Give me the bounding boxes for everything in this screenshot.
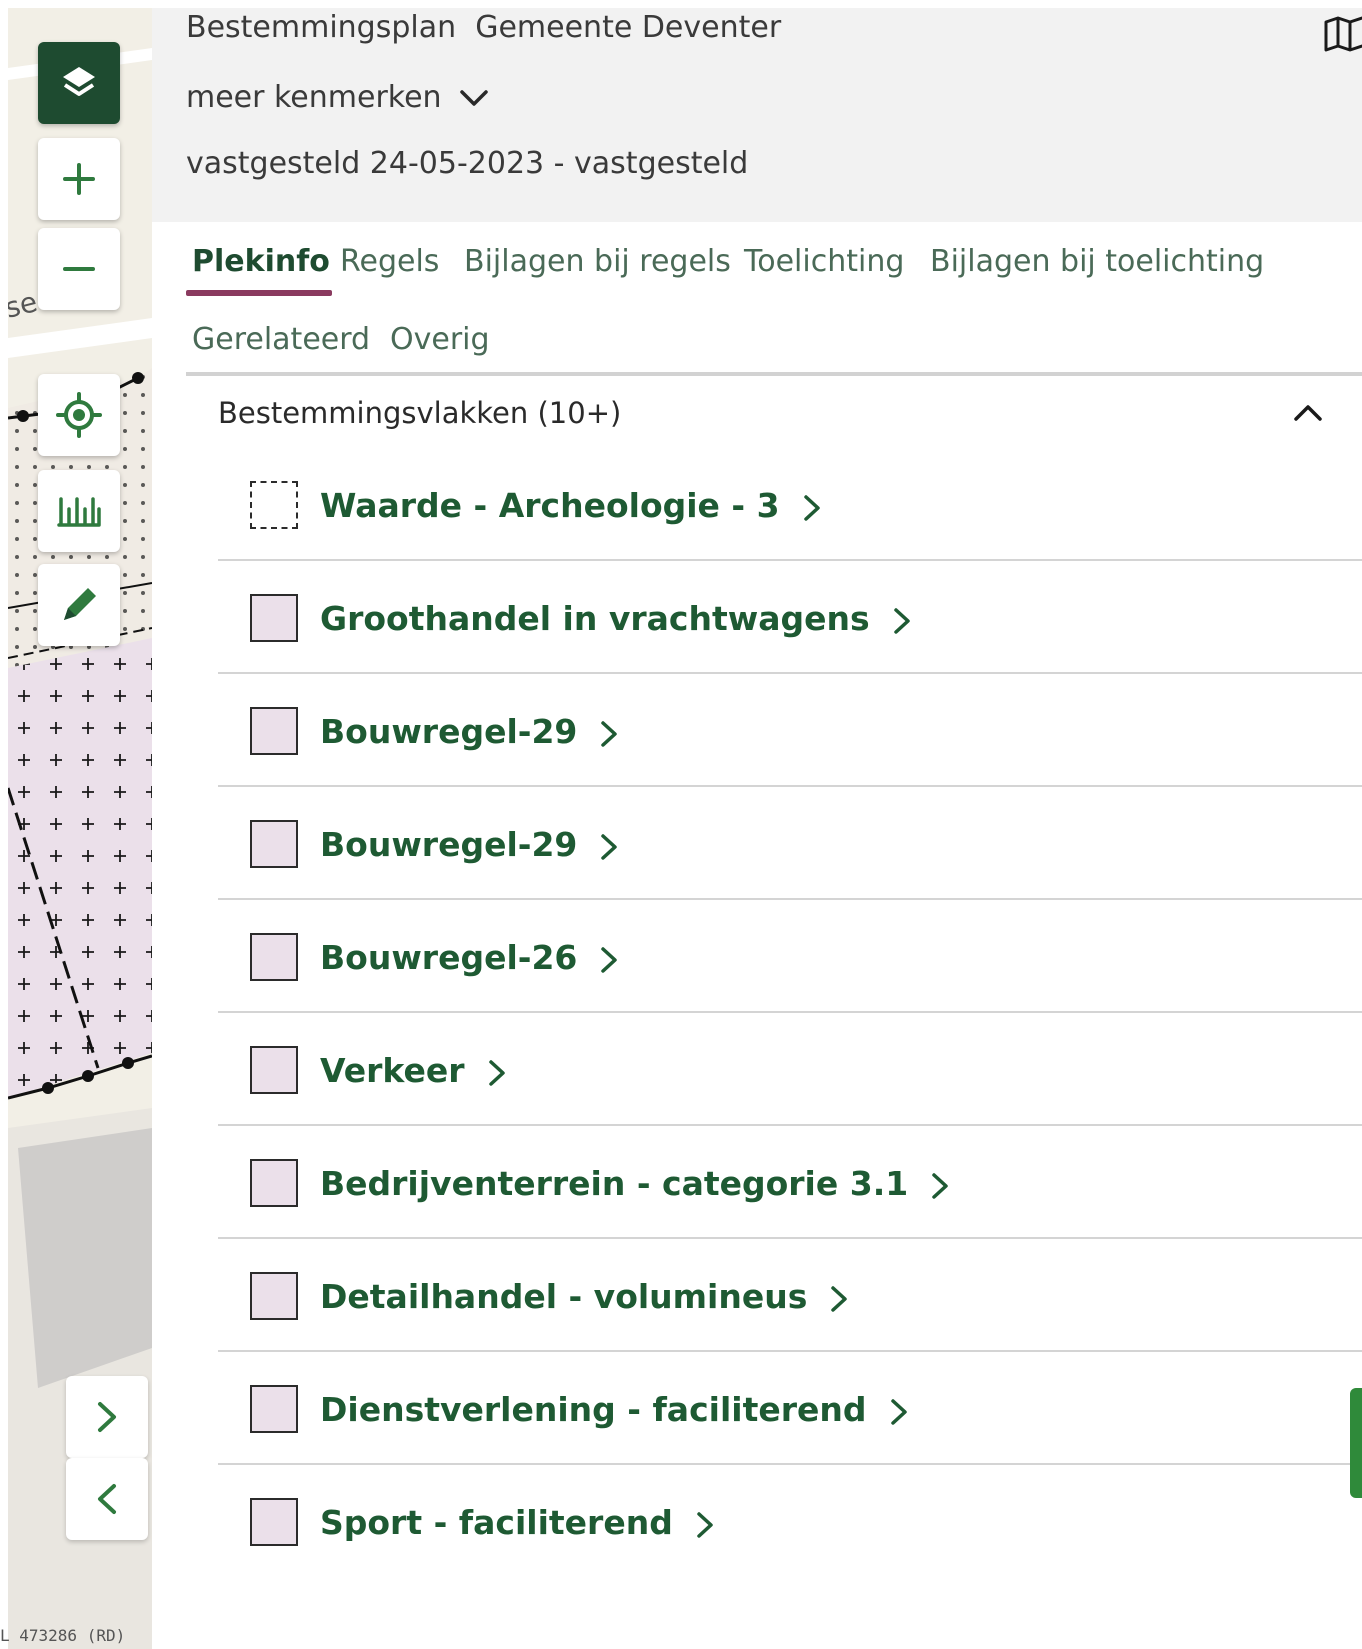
legend-swatch xyxy=(250,1498,298,1546)
legend-swatch xyxy=(250,481,298,529)
tab-toelichting[interactable]: Toelichting xyxy=(744,244,904,279)
chevron-right-icon xyxy=(831,1285,848,1312)
collapse-panel-button[interactable] xyxy=(66,1458,148,1540)
list-item[interactable]: Bouwregel-29 xyxy=(218,674,1362,787)
layers-button[interactable] xyxy=(38,42,120,124)
info-panel: Bestemmingsplan Gemeente Deventer meer k… xyxy=(152,8,1362,1649)
measure-icon xyxy=(57,497,101,527)
tab-regels[interactable]: Regels xyxy=(340,244,439,279)
locate-icon xyxy=(56,392,102,438)
item-label: Bouwregel-29 xyxy=(320,825,578,864)
tab-gerelateerd[interactable]: Gerelateerd xyxy=(192,322,370,357)
plan-status: vastgesteld 24-05-2023 - vastgesteld xyxy=(186,146,749,181)
legend-swatch xyxy=(250,1385,298,1433)
chevron-right-icon xyxy=(601,833,618,860)
section-header[interactable]: Bestemmingsvlakken (10+) xyxy=(218,392,1362,442)
draw-button[interactable] xyxy=(38,564,120,646)
tab-bijlagen-bij-regels[interactable]: Bijlagen bij regels xyxy=(464,244,731,279)
designation-list: Waarde - Archeologie - 3 Groothandel in … xyxy=(218,448,1362,1578)
list-item[interactable]: Bouwregel-29 xyxy=(218,787,1362,900)
more-features-toggle[interactable]: meer kenmerken xyxy=(186,80,490,115)
list-item[interactable]: Detailhandel - volumineus xyxy=(218,1239,1362,1352)
item-label: Bedrijventerrein - categorie 3.1 xyxy=(320,1164,909,1203)
legend-swatch xyxy=(250,1046,298,1094)
list-item[interactable]: Dienstverlening - faciliterend xyxy=(218,1352,1362,1465)
layers-icon xyxy=(63,67,95,96)
chevron-right-icon xyxy=(488,1059,505,1086)
item-label: Waarde - Archeologie - 3 xyxy=(320,486,780,525)
item-label: Bouwregel-26 xyxy=(320,938,578,977)
tab-bar: Plekinfo Regels Bijlagen bij regels Toel… xyxy=(186,222,1362,382)
chevron-right-icon xyxy=(601,946,618,973)
item-label: Dienstverlening - faciliterend xyxy=(320,1390,867,1429)
locate-button[interactable] xyxy=(38,374,120,456)
item-label: Groothandel in vrachtwagens xyxy=(320,599,870,638)
list-item[interactable]: Groothandel in vrachtwagens xyxy=(218,561,1362,674)
section-title: Bestemmingsvlakken (10+) xyxy=(218,396,622,430)
plan-type: Bestemmingsplan xyxy=(186,10,457,45)
list-item[interactable]: Bouwregel-26 xyxy=(218,900,1362,1013)
pencil-icon xyxy=(64,588,96,620)
tab-overig[interactable]: Overig xyxy=(390,322,490,357)
map-book-icon[interactable] xyxy=(1322,14,1362,54)
legend-swatch xyxy=(250,1272,298,1320)
chevron-right-icon xyxy=(98,1402,116,1432)
item-label: Sport - faciliterend xyxy=(320,1503,673,1542)
legend-swatch xyxy=(250,1159,298,1207)
map-coordinates: L 473286 (RD) xyxy=(0,1626,126,1645)
chevron-right-icon xyxy=(803,494,820,521)
legend-swatch xyxy=(250,707,298,755)
legend-swatch xyxy=(250,933,298,981)
map-view[interactable]: se xyxy=(8,8,152,1649)
chevron-right-icon xyxy=(601,720,618,747)
zoom-out-button[interactable] xyxy=(38,228,120,310)
chevron-right-icon xyxy=(697,1511,713,1538)
zoom-in-button[interactable] xyxy=(38,138,120,220)
chevron-up-icon xyxy=(1294,405,1322,421)
plan-header: Bestemmingsplan Gemeente Deventer meer k… xyxy=(152,8,1362,222)
item-label: Bouwregel-29 xyxy=(320,712,578,751)
chevron-right-icon xyxy=(890,1398,907,1425)
tabs-divider xyxy=(186,372,1362,376)
chevron-down-icon xyxy=(459,89,488,106)
expand-panel-button[interactable] xyxy=(66,1376,148,1458)
more-features-label: meer kenmerken xyxy=(186,80,442,115)
list-item[interactable]: Bedrijventerrein - categorie 3.1 xyxy=(218,1126,1362,1239)
tab-bijlagen-bij-toelichting[interactable]: Bijlagen bij toelichting xyxy=(930,244,1264,279)
street-label: se xyxy=(8,285,41,325)
chevron-right-icon xyxy=(893,607,910,634)
municipality: Gemeente Deventer xyxy=(475,10,782,45)
chevron-left-icon xyxy=(98,1484,116,1514)
chevron-right-icon xyxy=(932,1172,948,1199)
item-label: Verkeer xyxy=(320,1051,465,1090)
active-tab-indicator xyxy=(186,290,332,296)
legend-swatch xyxy=(250,820,298,868)
list-item[interactable]: Verkeer xyxy=(218,1013,1362,1126)
list-item[interactable]: Waarde - Archeologie - 3 xyxy=(218,448,1362,561)
measure-button[interactable] xyxy=(38,470,120,552)
plan-title: Bestemmingsplan Gemeente Deventer xyxy=(186,10,781,45)
feedback-tab[interactable] xyxy=(1350,1388,1362,1498)
tab-plekinfo[interactable]: Plekinfo xyxy=(192,244,330,279)
plus-icon xyxy=(63,163,95,195)
legend-swatch xyxy=(250,594,298,642)
minus-icon xyxy=(63,267,95,271)
list-item[interactable]: Sport - faciliterend xyxy=(218,1465,1362,1578)
item-label: Detailhandel - volumineus xyxy=(320,1277,808,1316)
